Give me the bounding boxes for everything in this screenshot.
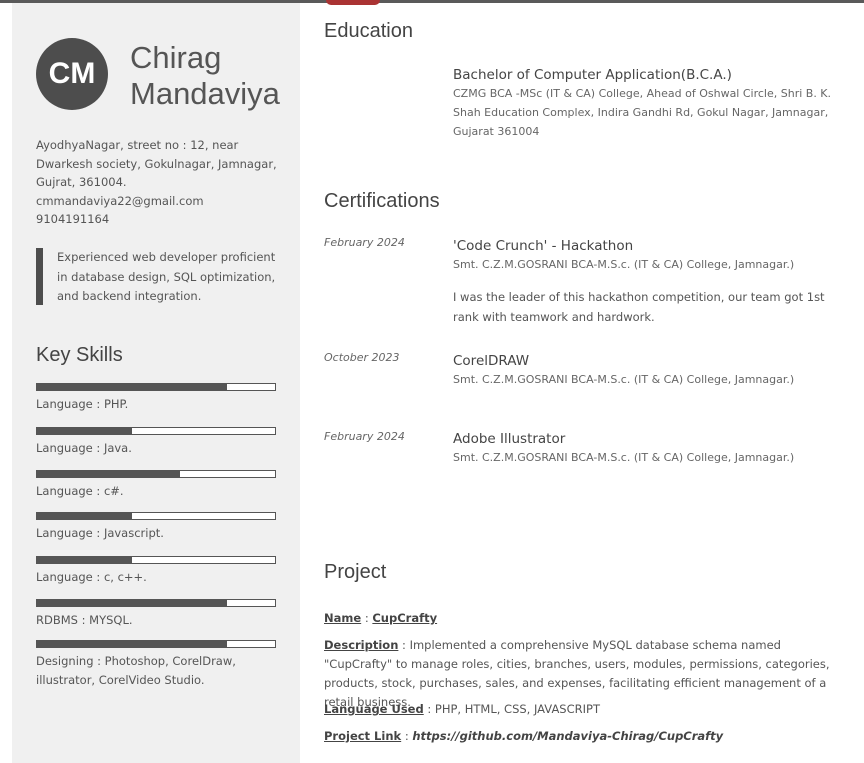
- project-link[interactable]: https://github.com/Mandaviya-Chirag/CupC…: [412, 729, 723, 743]
- project-link-label: Project Link: [324, 729, 402, 743]
- cert-issuer: Smt. C.Z.M.GOSRANI BCA-M.S.c. (IT & CA) …: [453, 451, 795, 464]
- skill-item: Designing : Photoshop, CorelDraw, illust…: [36, 640, 276, 690]
- skill-label: Language : Java.: [36, 441, 132, 455]
- skill-label: Language : c, c++.: [36, 570, 147, 584]
- cert-entry: Adobe Illustrator Smt. C.Z.M.GOSRANI BCA…: [453, 430, 843, 467]
- skill-label: Designing : Photoshop, CorelDraw, illust…: [36, 654, 236, 687]
- project-link-row: Project Link : https://github.com/Mandav…: [324, 729, 724, 743]
- last-name: Mandaviya: [130, 76, 280, 111]
- email[interactable]: cmmandaviya22@gmail.com: [36, 192, 286, 211]
- top-accent: [326, 0, 380, 5]
- skill-bar: [36, 512, 276, 520]
- project-language: PHP, HTML, CSS, JAVASCRIPT: [434, 702, 600, 716]
- sidebar: CM Chirag Mandaviya AyodhyaNagar, street…: [12, 3, 300, 763]
- project-language-row: Language Used : PHP, HTML, CSS, JAVASCRI…: [324, 702, 600, 716]
- cert-description: I was the leader of this hackathon compe…: [453, 290, 825, 324]
- skill-bar: [36, 599, 276, 607]
- cert-name: 'Code Crunch' - Hackathon: [453, 238, 634, 254]
- skill-bar-fill: [37, 428, 133, 434]
- cert-issuer: Smt. C.Z.M.GOSRANI BCA-M.S.c. (IT & CA) …: [453, 373, 795, 386]
- skill-item: Language : PHP.: [36, 383, 276, 414]
- project-name: CupCrafty: [372, 611, 438, 625]
- education-entry: Bachelor of Computer Application(B.C.A.)…: [453, 66, 843, 141]
- cert-issuer: Smt. C.Z.M.GOSRANI BCA-M.S.c. (IT & CA) …: [453, 258, 795, 271]
- cert-date: October 2023: [324, 351, 400, 364]
- cert-entry: CorelDRAW Smt. C.Z.M.GOSRANI BCA-M.S.c. …: [453, 352, 843, 389]
- project-description-label: Description: [324, 638, 399, 652]
- contact-info: AyodhyaNagar, street no : 12, near Dwark…: [36, 136, 286, 229]
- skill-bar-fill: [37, 513, 133, 519]
- skill-bar: [36, 556, 276, 564]
- skill-item: Language : c#.: [36, 470, 276, 501]
- phone[interactable]: 9104191164: [36, 210, 286, 229]
- cert-date: February 2024: [324, 430, 405, 443]
- certifications-heading: Certifications: [324, 190, 440, 212]
- skill-bar-fill: [37, 557, 133, 563]
- project-name-label: Name: [324, 611, 362, 625]
- skill-label: RDBMS : MYSQL.: [36, 613, 133, 627]
- project-name-row: Name : CupCrafty: [324, 611, 438, 625]
- first-name: Chirag: [130, 40, 222, 75]
- skill-bar: [36, 640, 276, 648]
- education-heading: Education: [324, 20, 413, 42]
- cert-name: CorelDRAW: [453, 353, 530, 369]
- skill-item: RDBMS : MYSQL.: [36, 599, 276, 630]
- address: AyodhyaNagar, street no : 12, near Dwark…: [36, 138, 277, 189]
- profile-name: Chirag Mandaviya: [130, 40, 280, 112]
- skill-label: Language : c#.: [36, 484, 124, 498]
- summary-block: Experienced web developer proficient in …: [36, 248, 289, 305]
- project-description: Implemented a comprehensive MySQL databa…: [324, 638, 830, 709]
- avatar-initials: CM: [48, 57, 96, 90]
- cert-name: Adobe Illustrator: [453, 431, 566, 447]
- project-language-label: Language Used: [324, 702, 424, 716]
- skill-item: Language : Javascript.: [36, 512, 276, 543]
- avatar: CM: [36, 38, 108, 110]
- skill-item: Language : Java.: [36, 427, 276, 458]
- project-heading: Project: [324, 561, 387, 583]
- degree: Bachelor of Computer Application(B.C.A.): [453, 67, 732, 83]
- skills-heading: Key Skills: [36, 344, 123, 366]
- skill-label: Language : Javascript.: [36, 526, 164, 540]
- institution: CZMG BCA -MSc (IT & CA) College, Ahead o…: [453, 87, 832, 138]
- skill-bar-fill: [37, 384, 228, 390]
- skill-bar-fill: [37, 600, 228, 606]
- skill-bar: [36, 383, 276, 391]
- skill-bar: [36, 470, 276, 478]
- summary-text: Experienced web developer proficient in …: [57, 250, 276, 303]
- skill-label: Language : PHP.: [36, 397, 129, 411]
- skill-item: Language : c, c++.: [36, 556, 276, 587]
- cert-entry: 'Code Crunch' - Hackathon Smt. C.Z.M.GOS…: [453, 237, 843, 327]
- skill-bar: [36, 427, 276, 435]
- skill-bar-fill: [37, 641, 228, 647]
- skill-bar-fill: [37, 471, 180, 477]
- cert-date: February 2024: [324, 236, 405, 249]
